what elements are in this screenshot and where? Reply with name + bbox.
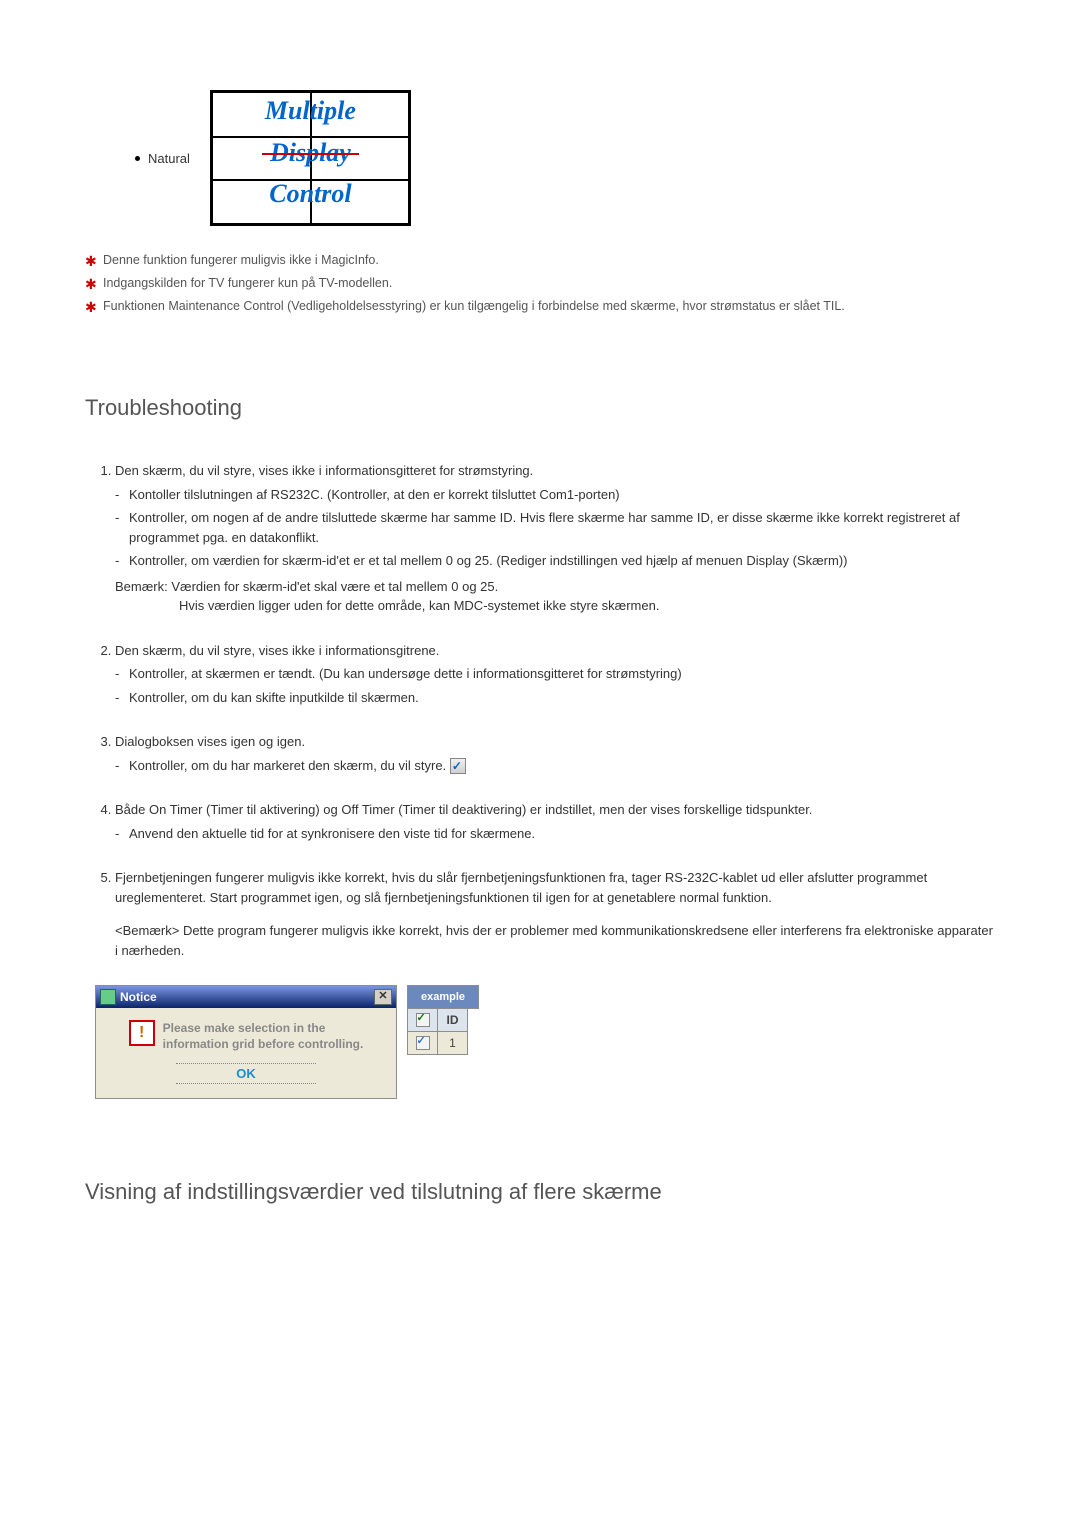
ts-title: Dialogboksen vises igen og igen. [115, 734, 305, 749]
checkbox-icon [450, 758, 466, 774]
dialog-app-icon [100, 989, 116, 1005]
remark-continuation: Hvis værdien ligger uden for dette områd… [179, 596, 995, 616]
logo-line-3: Control [213, 179, 408, 209]
ts-item-1: Den skærm, du vil styre, vises ikke i in… [115, 461, 995, 616]
ts-dash: Kontoller tilslutningen af RS232C. (Kont… [115, 485, 995, 505]
grid-id-header: ID [437, 1008, 468, 1032]
dialog-titlebar: Notice ✕ [96, 986, 396, 1008]
grid-checkbox-header [407, 1008, 438, 1032]
section-next: Visning af indstillingsværdier ved tilsl… [85, 1179, 995, 1205]
example-header: example [407, 985, 479, 1009]
logo-line-2: Display [213, 138, 408, 168]
notice-area: Notice ✕ ! Please make selection in the … [95, 985, 995, 1099]
remark-body: Værdien for skærm-id'et skal være et tal… [171, 579, 498, 594]
dialog-title: Notice [120, 990, 157, 1004]
notice-dialog: Notice ✕ ! Please make selection in the … [95, 985, 397, 1099]
troubleshooting-list: Den skærm, du vil styre, vises ikke i in… [95, 461, 995, 960]
ts-item-4: Både On Timer (Timer til aktivering) og … [115, 800, 995, 843]
bullet-icon [135, 156, 140, 161]
grid-checkbox-cell[interactable] [407, 1031, 438, 1055]
ts-title: Fjernbetjeningen fungerer muligvis ikke … [115, 870, 927, 905]
ts-item-5: Fjernbetjeningen fungerer muligvis ikke … [115, 868, 995, 960]
remark2-label: <Bemærk> [115, 923, 179, 938]
checkbox-icon [416, 1036, 430, 1050]
ts-title: Både On Timer (Timer til aktivering) og … [115, 802, 812, 817]
natural-item: Natural Multiple Display Control [135, 90, 995, 226]
ts-title: Den skærm, du vil styre, vises ikke i in… [115, 643, 439, 658]
ok-button[interactable]: OK [176, 1063, 316, 1085]
ts-title: Den skærm, du vil styre, vises ikke i in… [115, 463, 533, 478]
remark2: <Bemærk> Dette program fungerer muligvis… [115, 921, 995, 960]
ts-item-3: Dialogboksen vises igen og igen. Kontrol… [115, 732, 995, 775]
ts-dash: Anvend den aktuelle tid for at synkronis… [115, 824, 995, 844]
star-note: Indgangskilden for TV fungerer kun på TV… [85, 274, 995, 293]
close-icon[interactable]: ✕ [374, 989, 392, 1005]
star-notes: Denne funktion fungerer muligvis ikke i … [85, 251, 995, 315]
remark-label: Bemærk: [115, 579, 168, 594]
ts-dash: Kontroller, om du har markeret den skærm… [115, 756, 995, 776]
ts-dash: Kontroller, om nogen af de andre tilslut… [115, 508, 995, 547]
remark2-body: Dette program fungerer muligvis ikke kor… [115, 923, 993, 958]
ts-dash: Kontroller, om du kan skifte inputkilde … [115, 688, 995, 708]
logo-line-1: Multiple [213, 96, 408, 126]
star-note: Denne funktion fungerer muligvis ikke i … [85, 251, 995, 270]
checkbox-icon [416, 1013, 430, 1027]
ts-item-2: Den skærm, du vil styre, vises ikke i in… [115, 641, 995, 708]
mdc-logo-graphic: Multiple Display Control [210, 90, 411, 226]
ts-dash: Kontroller, om værdien for skærm-id'et e… [115, 551, 995, 571]
section-troubleshooting: Troubleshooting [85, 395, 995, 421]
dialog-message: Please make selection in the information… [163, 1020, 364, 1052]
dialog-message-row: ! Please make selection in the informati… [129, 1020, 364, 1052]
grid-id-cell: 1 [437, 1031, 468, 1055]
natural-label: Natural [148, 151, 190, 166]
example-grid: example ID 1 [407, 985, 479, 1055]
ts-dash: Kontroller, at skærmen er tændt. (Du kan… [115, 664, 995, 684]
warning-icon: ! [129, 1020, 155, 1046]
star-note: Funktionen Maintenance Control (Vedligeh… [85, 297, 995, 316]
remark: Bemærk: Værdien for skærm-id'et skal vær… [115, 577, 995, 616]
